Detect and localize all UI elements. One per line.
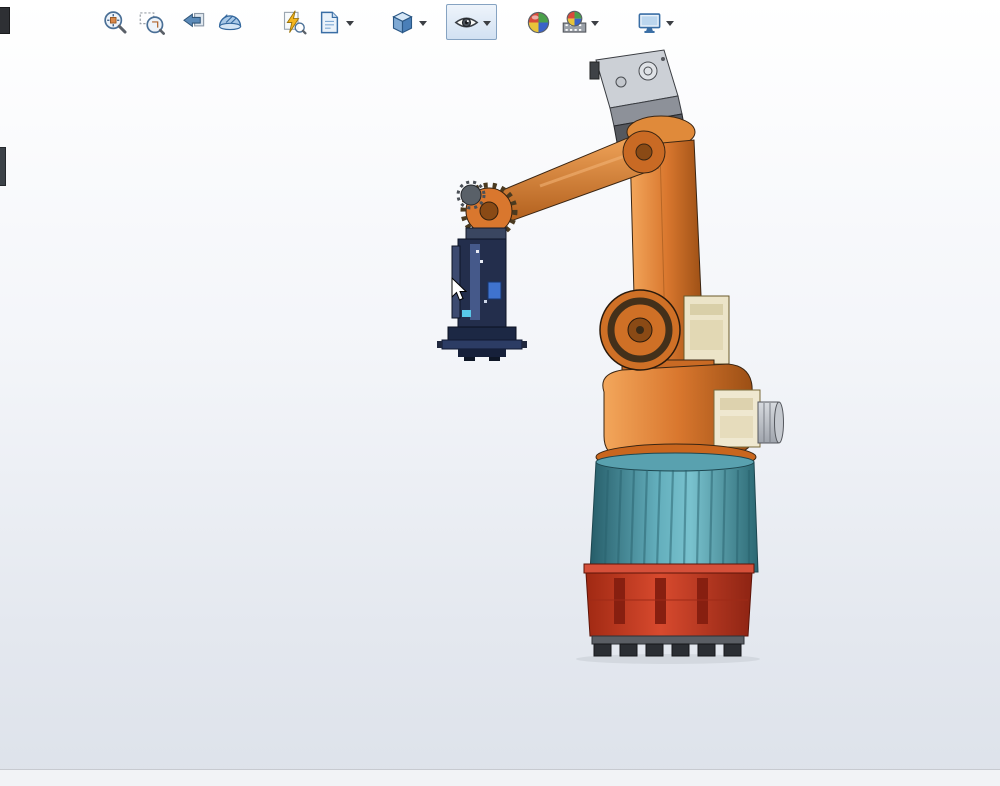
appearance-sphere-icon: [527, 11, 549, 33]
previous-view-icon: [182, 12, 204, 27]
zoom-to-fit-icon: [103, 10, 127, 34]
zoom-to-fit-button[interactable]: [98, 5, 132, 39]
robot-side-panel: [683, 295, 730, 365]
dropdown-arrow-icon[interactable]: [666, 20, 674, 26]
red-base: [583, 563, 755, 637]
viewport-background: [0, 0, 1000, 786]
pedestal: [589, 443, 759, 573]
section-view-button[interactable]: [212, 5, 246, 39]
robot-axis2-joint: [599, 289, 681, 371]
dropdown-arrow-icon[interactable]: [346, 20, 354, 26]
view-orientation-button[interactable]: [385, 5, 419, 39]
left-panel-edge-tab-2[interactable]: [0, 147, 6, 186]
dropdown-arrow-icon[interactable]: [419, 20, 427, 26]
hide-show-items-button[interactable]: [449, 5, 483, 39]
drawing-view-page-icon: [320, 11, 338, 33]
eye-icon: [454, 16, 478, 28]
view-settings-button[interactable]: [632, 5, 666, 39]
drawing-view-button[interactable]: [312, 5, 346, 39]
monitor-icon: [638, 12, 660, 33]
viewport-3d[interactable]: [0, 0, 1000, 786]
heads-up-view-toolbar: [98, 4, 677, 40]
edit-appearance-button[interactable]: [521, 5, 555, 39]
dynamic-annotation-button[interactable]: [276, 5, 310, 39]
left-panel-edge-tab[interactable]: [0, 7, 10, 34]
previous-view-button[interactable]: [176, 5, 210, 39]
dropdown-arrow-icon[interactable]: [591, 20, 599, 26]
scene-sphere-icon: [562, 10, 586, 33]
dropdown-arrow-icon[interactable]: [483, 20, 491, 26]
section-view-icon: [218, 13, 241, 30]
zoom-to-area-button[interactable]: [134, 5, 168, 39]
orientation-cube-icon: [391, 11, 413, 34]
hide-show-items-group: [446, 4, 497, 40]
annotation-lightning-icon: [283, 9, 307, 34]
zoom-to-area-icon: [139, 11, 165, 35]
status-bar: [0, 769, 1000, 786]
apply-scene-button[interactable]: [557, 5, 591, 39]
